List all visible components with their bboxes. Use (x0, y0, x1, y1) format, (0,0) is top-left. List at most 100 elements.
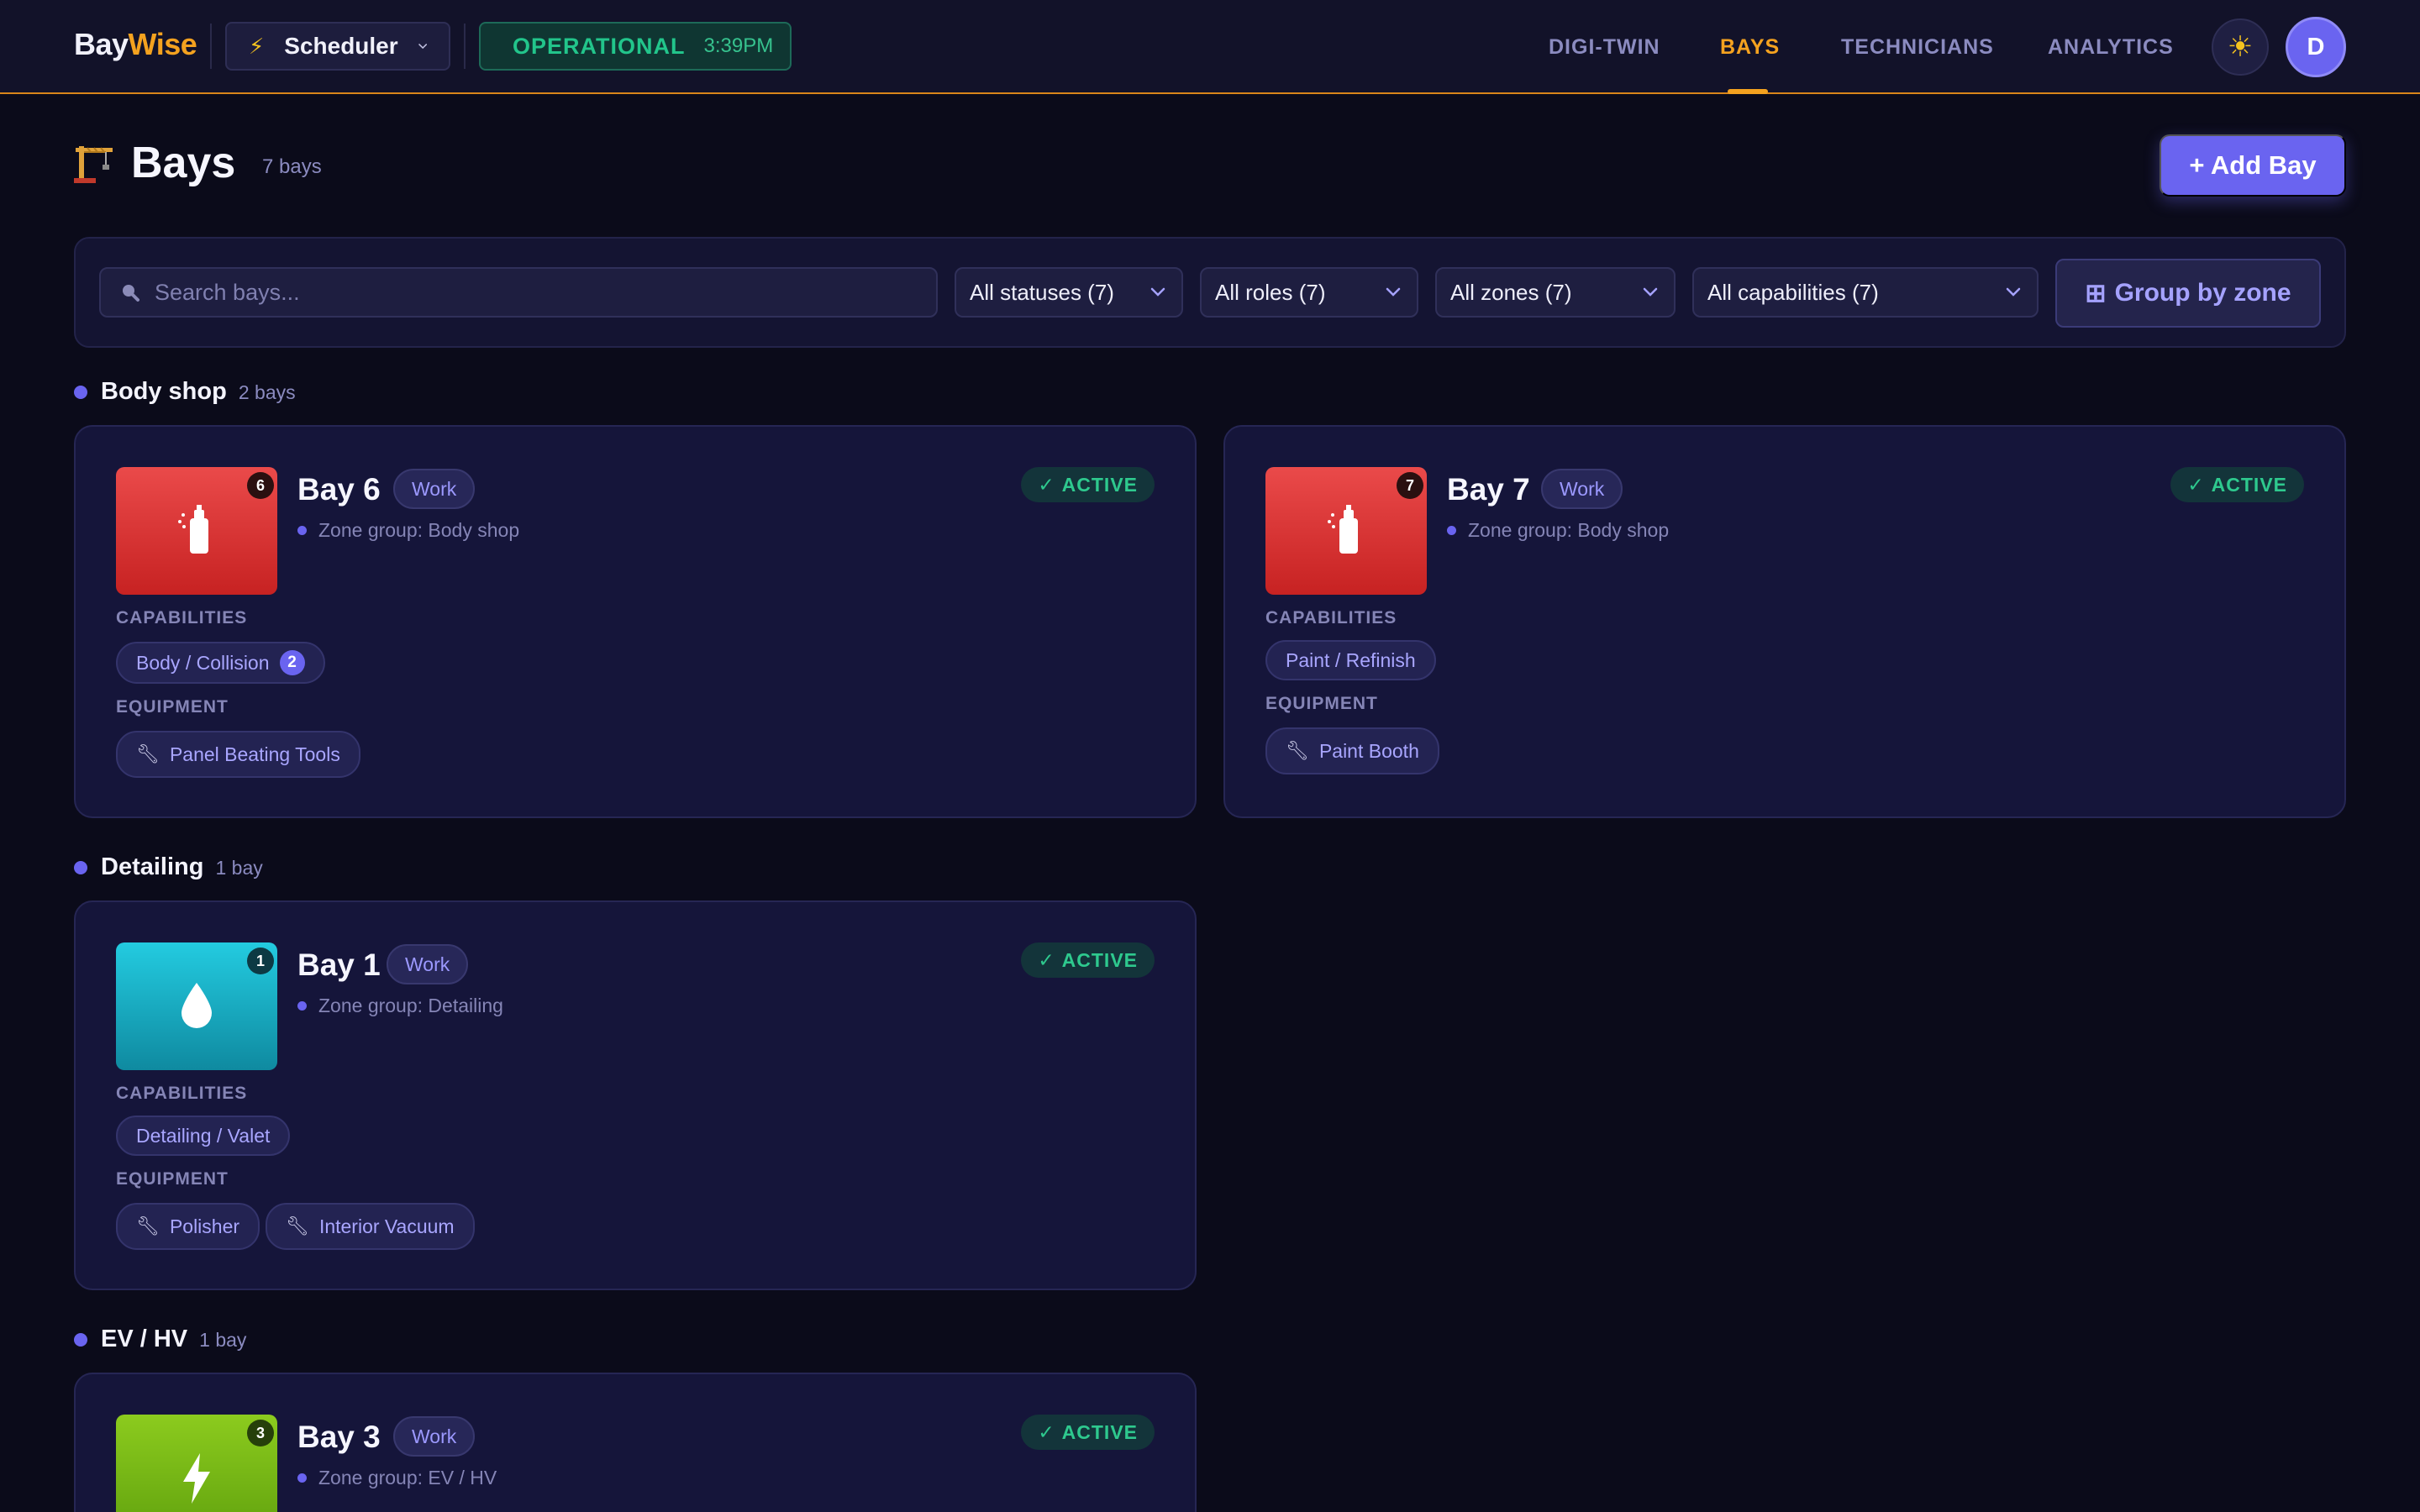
role-filter-select[interactable]: All roles (7) (1200, 267, 1418, 318)
zone-group: Zone group: Body shop (1447, 519, 1669, 542)
bay-number-badge: 6 (247, 472, 274, 499)
role-badge: Work (393, 469, 476, 509)
bay-card-6[interactable]: 6 Bay 6 Work Zone group: Body shop ✓ ACT… (74, 425, 1197, 818)
zone-group-label: Zone group: EV / HV (318, 1467, 497, 1488)
sun-icon: ☀ (2227, 31, 2254, 63)
capabilities-label: CAPABILITIES (1265, 608, 1397, 627)
search-input[interactable] (155, 279, 911, 306)
section-header-detailing: Detailing 1 bay (74, 853, 263, 881)
bay-thumbnail: 1 (116, 942, 277, 1070)
zone-dot-icon (297, 1001, 307, 1011)
equipment-chip[interactable]: 🔧︎ Polisher (116, 1203, 260, 1250)
group-by-zone-button[interactable]: ⊞ Group by zone (2055, 259, 2321, 328)
capability-chip[interactable]: Detailing / Valet (116, 1116, 291, 1156)
chevron-down-icon (1150, 287, 1165, 297)
equipment-name: Paint Booth (1318, 739, 1419, 762)
zone-group: Zone group: Detailing (297, 995, 503, 1017)
check-icon: ✓ (2187, 473, 2205, 496)
theme-toggle-button[interactable]: ☀ (2212, 18, 2269, 76)
status-filter-select[interactable]: All statuses (7) (955, 267, 1183, 318)
status-badge: ✓ ACTIVE (1021, 467, 1155, 502)
bay-thumbnail: 7 (1265, 467, 1427, 595)
status-badge: ✓ ACTIVE (1021, 1415, 1155, 1450)
bay-card-7[interactable]: 7 Bay 7 Work Zone group: Body shop ✓ ACT… (1223, 425, 2346, 818)
add-bay-button[interactable]: + Add Bay (2160, 134, 2346, 197)
equipment-name: Interior Vacuum (318, 1215, 455, 1237)
section-header-ev-hv: EV / HV 1 bay (74, 1326, 246, 1353)
nav-digi-twin[interactable]: DIGI-TWIN (1549, 0, 1660, 94)
equipment-label: EQUIPMENT (116, 697, 229, 717)
group-by-zone-label: Group by zone (2114, 279, 2291, 307)
bay-card-3[interactable]: 3 Bay 3 Work Zone group: EV / HV ✓ ACTIV… (74, 1373, 1197, 1512)
zone-filter-select[interactable]: All zones (7) (1435, 267, 1676, 318)
search-icon (123, 285, 139, 302)
wrench-icon: 🔧︎ (1286, 740, 1309, 761)
check-icon: ✓ (1038, 948, 1055, 971)
bay-name: Bay 1 (297, 948, 381, 982)
divider (210, 24, 212, 69)
bay-thumbnail: 3 (116, 1415, 277, 1512)
bay-card-1[interactable]: 1 Bay 1 Work Zone group: Detailing ✓ ACT… (74, 900, 1197, 1290)
section-dot-icon (74, 385, 87, 399)
nav-active-indicator (1728, 89, 1768, 94)
status-filter-value: All statuses (7) (970, 279, 1114, 305)
role-badge: Work (393, 1416, 476, 1457)
logo-part-bay: Bay (74, 27, 129, 61)
active-label: ACTIVE (1061, 1420, 1138, 1443)
section-title: EV / HV (101, 1326, 188, 1352)
wrench-icon: 🔧︎ (286, 1215, 309, 1236)
status-label: OPERATIONAL (513, 33, 686, 59)
bay-number-badge: 7 (1397, 472, 1423, 499)
equipment-name: Polisher (169, 1215, 240, 1237)
active-label: ACTIVE (2211, 473, 2287, 496)
active-label: ACTIVE (1061, 948, 1138, 971)
section-count: 1 bay (199, 1329, 247, 1351)
capabilities-label: CAPABILITIES (116, 608, 248, 627)
equipment-chip[interactable]: 🔧︎ Interior Vacuum (266, 1203, 475, 1250)
page-title: Bays (131, 139, 236, 187)
role-badge: Work (1541, 469, 1623, 509)
capability-count-badge: 2 (279, 650, 305, 675)
scheduler-label: Scheduler (284, 33, 398, 59)
active-label: ACTIVE (1061, 473, 1138, 496)
divider (464, 24, 466, 69)
zone-group-label: Zone group: Detailing (318, 995, 503, 1016)
capability-label: Detailing / Valet (136, 1124, 271, 1147)
spray-bottle-icon (1328, 505, 1358, 554)
bay-name: Bay 7 (1447, 472, 1530, 507)
app-logo[interactable]: BayWise (74, 27, 197, 62)
zone-filter-value: All zones (7) (1450, 279, 1572, 305)
section-count: 2 bays (238, 381, 296, 403)
capabilities-label: CAPABILITIES (116, 1084, 248, 1103)
wrench-icon: 🔧︎ (136, 743, 160, 764)
capability-chip[interactable]: Body / Collision 2 (116, 642, 325, 684)
bay-thumbnail: 6 (116, 467, 277, 595)
avatar[interactable]: D (2286, 17, 2346, 77)
capability-filter-select[interactable]: All capabilities (7) (1692, 267, 2039, 318)
equipment-label: EQUIPMENT (1265, 694, 1378, 713)
equipment-chip[interactable]: 🔧︎ Panel Beating Tools (116, 731, 360, 778)
bay-name: Bay 3 (297, 1420, 381, 1454)
logo-part-wise: Wise (128, 27, 197, 61)
zone-group-label: Zone group: Body shop (318, 519, 520, 541)
search-field[interactable] (99, 267, 938, 318)
chevron-down-icon (418, 44, 427, 50)
nav-technicians[interactable]: TECHNICIANS (1841, 0, 1994, 94)
equipment-chip[interactable]: 🔧︎ Paint Booth (1265, 727, 1439, 774)
bay-number-badge: 1 (247, 948, 274, 974)
equipment-label: EQUIPMENT (116, 1169, 229, 1189)
nav-bays[interactable]: BAYS (1720, 0, 1780, 94)
scheduler-dropdown[interactable]: ⚡ Scheduler (225, 22, 450, 71)
bay-number-badge: 3 (247, 1420, 274, 1446)
bay-name: Bay 6 (297, 472, 381, 507)
crane-icon (74, 146, 113, 183)
capability-chip[interactable]: Paint / Refinish (1265, 640, 1436, 680)
section-dot-icon (74, 1332, 87, 1347)
capability-label: Body / Collision (136, 651, 270, 674)
nav-analytics[interactable]: ANALYTICS (2048, 0, 2174, 94)
role-filter-value: All roles (7) (1215, 279, 1326, 305)
zone-group-label: Zone group: Body shop (1468, 519, 1670, 541)
wrench-icon: 🔧︎ (136, 1215, 160, 1236)
grid-icon: ⊞ (2085, 279, 2107, 307)
status-time: 3:39PM (703, 34, 774, 57)
